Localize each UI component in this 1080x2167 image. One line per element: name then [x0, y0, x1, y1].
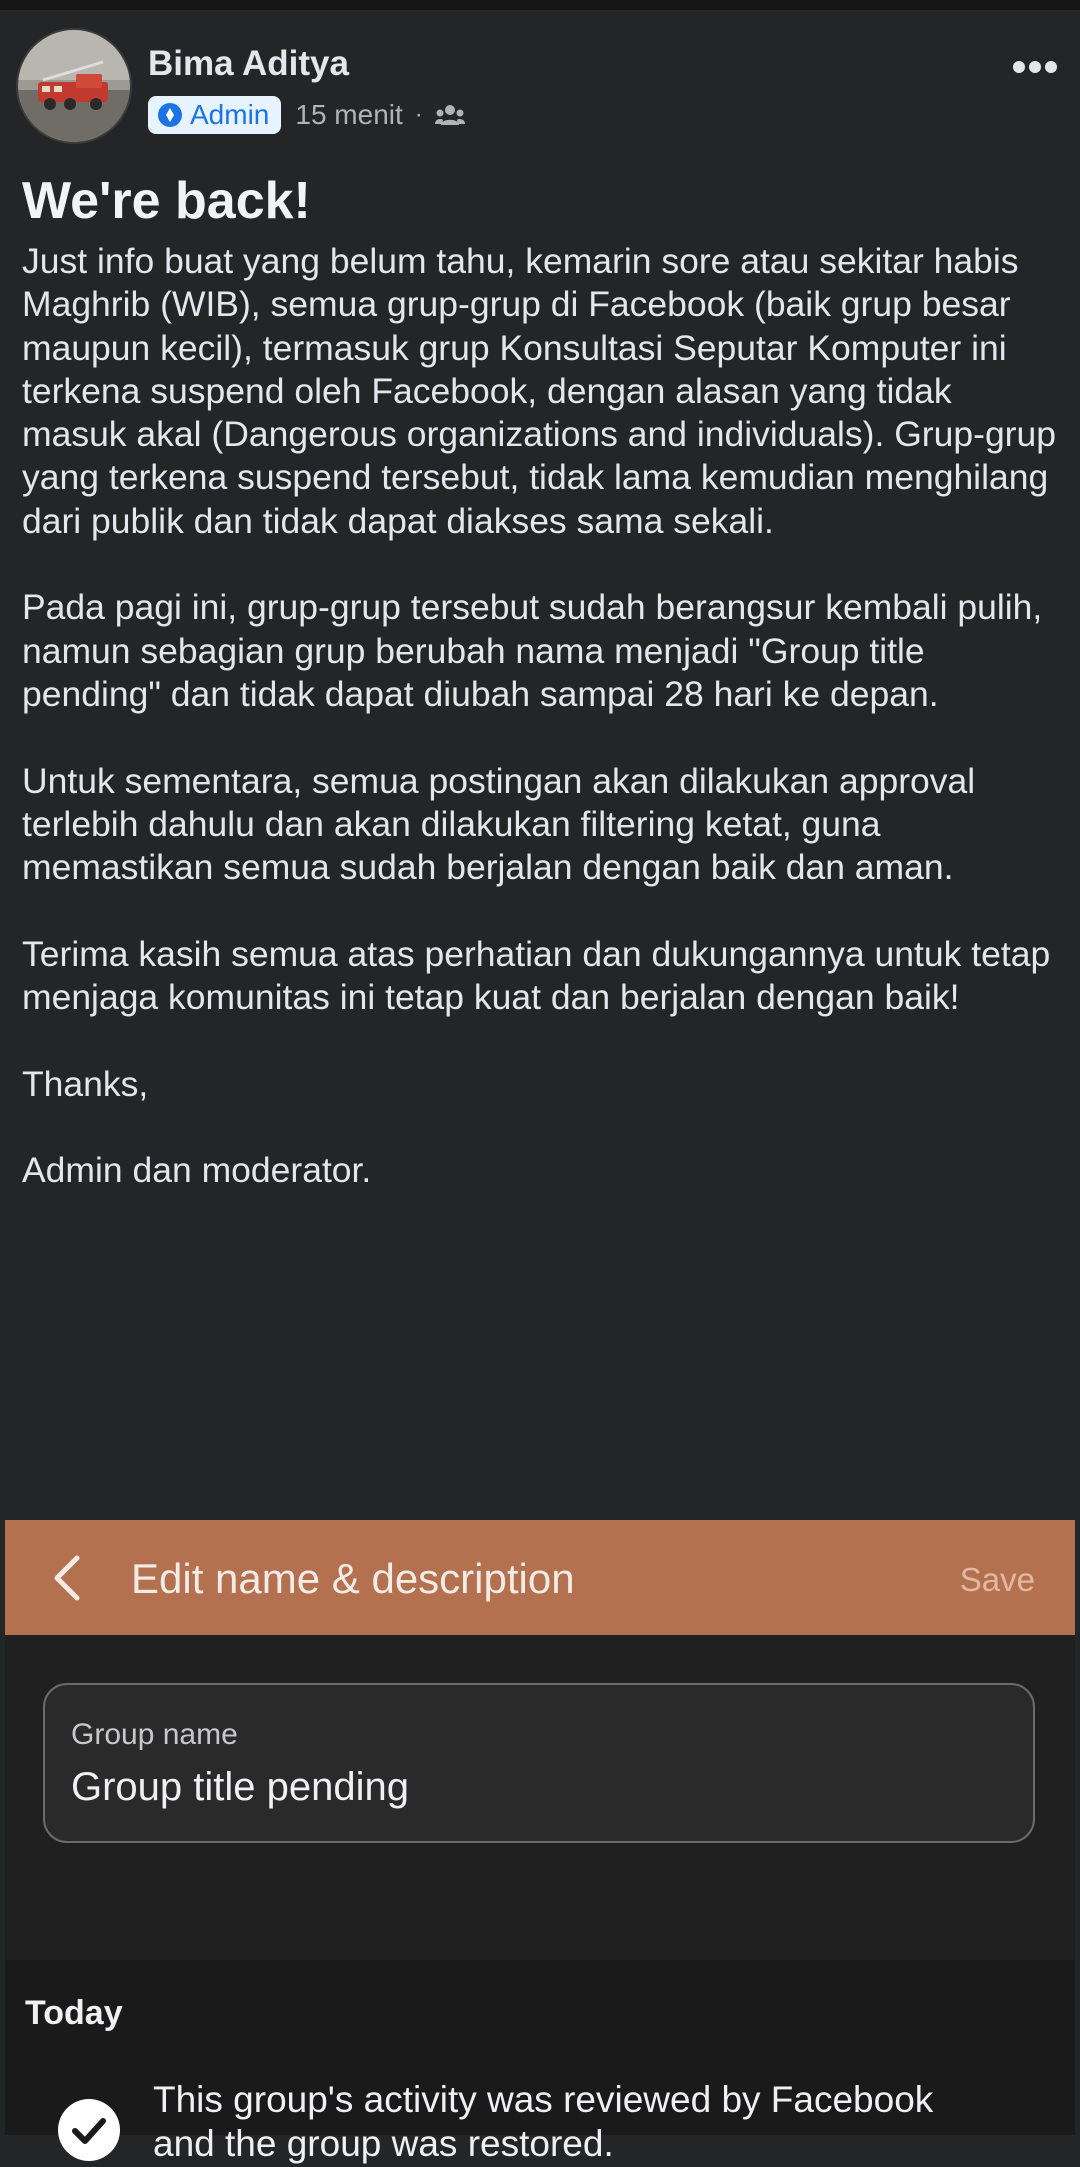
post-paragraph: Just info buat yang belum tahu, kemarin … — [22, 241, 1056, 541]
group-name-label: Group name — [71, 1718, 238, 1751]
today-section-label: Today — [25, 1994, 123, 2032]
activity-line: and the group was restored. — [153, 2123, 614, 2164]
post-paragraph: Pada pagi ini, grup-grup tersebut sudah … — [22, 587, 1043, 714]
attached-screenshot[interactable]: Edit name & description Save Group name … — [5, 1520, 1075, 2164]
more-options-icon[interactable] — [1012, 60, 1058, 74]
post-paragraph: Untuk sementara, semua postingan akan di… — [22, 760, 976, 888]
screenshot-header: Edit name & description Save — [5, 1520, 1075, 1635]
post-paragraph: Thanks, — [22, 1063, 149, 1104]
top-divider — [0, 0, 1080, 10]
activity-message: This group's activity was reviewed by Fa… — [153, 2078, 1053, 2166]
group-members-icon — [434, 103, 465, 127]
screenshot-header-title: Edit name & description — [131, 1555, 575, 1602]
check-circle-icon — [57, 2098, 121, 2162]
post-paragraph: Terima kasih semua atas perhatian dan du… — [22, 933, 1051, 1018]
avatar[interactable] — [16, 28, 132, 144]
screenshot-form: Group name Group title pending — [5, 1635, 1075, 1960]
post-header: Bima Aditya Admin 15 menit · — [0, 10, 1080, 160]
activity-line: This group's activity was reviewed by Fa… — [153, 2079, 934, 2120]
author-name[interactable]: Bima Aditya — [148, 46, 349, 81]
screenshot-activity-list: Today This group's activity was reviewed… — [5, 1960, 1075, 2164]
admin-shield-icon — [156, 101, 184, 129]
post-body: Just info buat yang belum tahu, kemarin … — [22, 240, 1062, 1193]
post-title: We're back! — [22, 172, 311, 230]
screenshot-save-label: Save — [959, 1561, 1035, 1598]
post-meta: Admin 15 menit · — [148, 94, 465, 136]
admin-badge-label: Admin — [190, 99, 270, 130]
group-name-field: Group name Group title pending — [43, 1683, 1035, 1843]
meta-separator: · — [414, 101, 423, 128]
group-name-value: Group title pending — [71, 1765, 410, 1809]
admin-badge[interactable]: Admin — [148, 96, 282, 134]
back-chevron-icon — [51, 1554, 81, 1602]
post-timestamp[interactable]: 15 menit — [295, 99, 402, 131]
post-paragraph: Admin dan moderator. — [22, 1150, 372, 1191]
